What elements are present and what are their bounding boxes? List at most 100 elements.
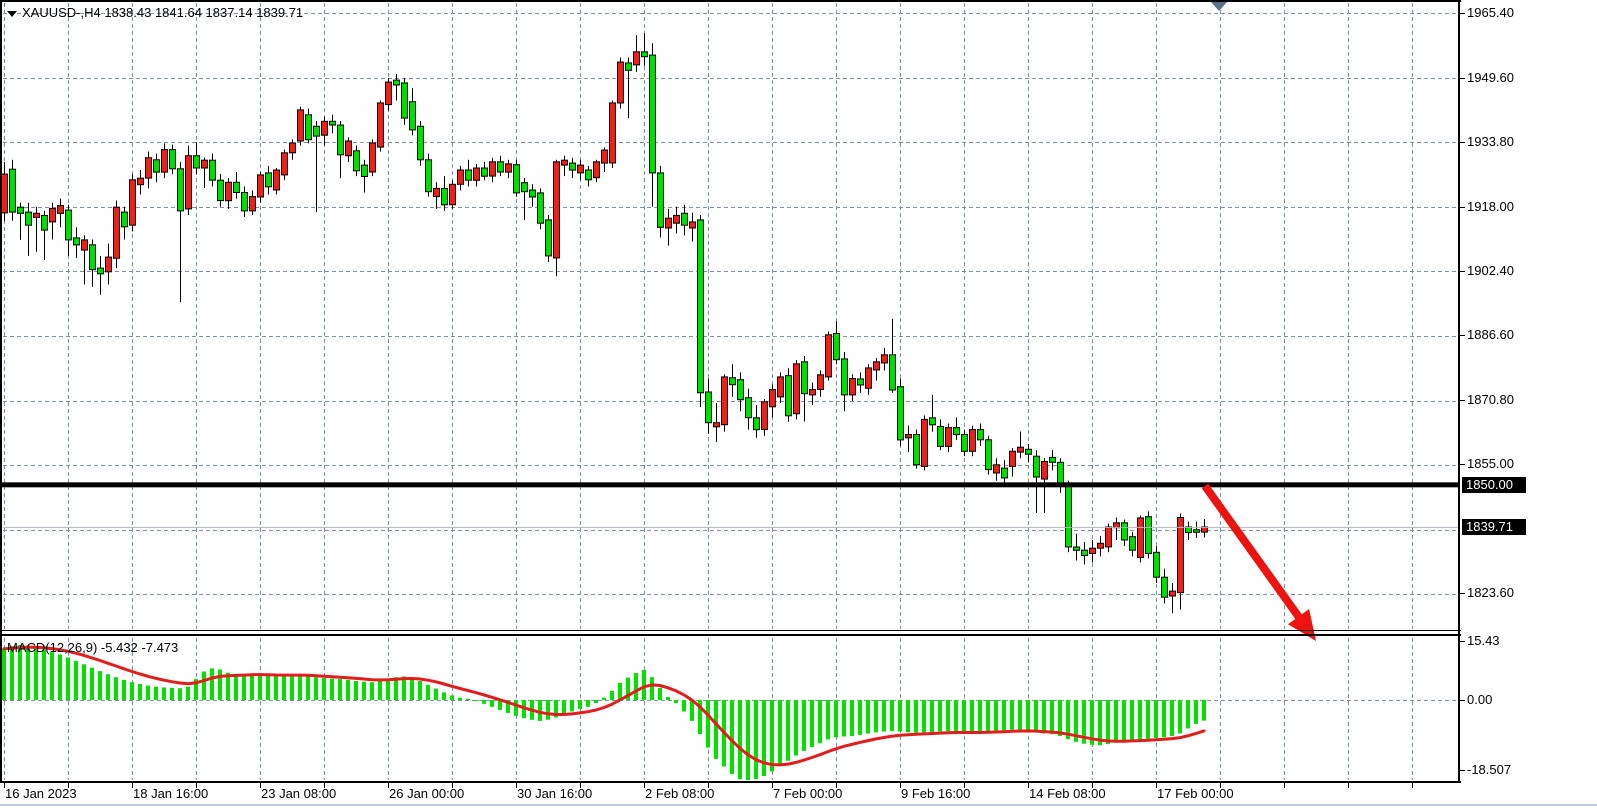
candle-body[interactable] bbox=[74, 238, 80, 245]
candle-body[interactable] bbox=[594, 162, 600, 178]
candle-body[interactable] bbox=[530, 190, 536, 197]
candle-body[interactable] bbox=[18, 207, 24, 213]
candle-body[interactable] bbox=[138, 178, 144, 185]
candle-body[interactable] bbox=[618, 62, 624, 103]
candle-body[interactable] bbox=[394, 80, 400, 85]
candle-body[interactable] bbox=[114, 207, 120, 258]
candle-body[interactable] bbox=[1178, 518, 1184, 593]
candle-body[interactable] bbox=[714, 423, 720, 427]
candle-body[interactable] bbox=[426, 160, 432, 192]
candle-body[interactable] bbox=[378, 103, 384, 147]
candle-body[interactable] bbox=[706, 392, 712, 423]
candle-body[interactable] bbox=[1082, 550, 1088, 555]
candle-body[interactable] bbox=[338, 125, 344, 155]
candle-body[interactable] bbox=[626, 63, 632, 70]
candle-body[interactable] bbox=[730, 378, 736, 385]
candle-body[interactable] bbox=[850, 379, 856, 395]
candle-body[interactable] bbox=[274, 170, 280, 190]
candle-body[interactable] bbox=[418, 126, 424, 160]
candle-body[interactable] bbox=[1146, 517, 1152, 554]
candle-body[interactable] bbox=[210, 160, 216, 180]
candle-body[interactable] bbox=[106, 257, 112, 272]
candle-body[interactable] bbox=[610, 103, 616, 163]
candle-body[interactable] bbox=[482, 168, 488, 176]
candle-body[interactable] bbox=[722, 377, 728, 425]
candle-body[interactable] bbox=[858, 379, 864, 385]
candle-body[interactable] bbox=[986, 440, 992, 470]
candle-body[interactable] bbox=[778, 377, 784, 397]
chart-canvas[interactable] bbox=[0, 0, 1597, 811]
candle-body[interactable] bbox=[930, 418, 936, 425]
candle-body[interactable] bbox=[1138, 518, 1144, 558]
candle-body[interactable] bbox=[370, 143, 376, 172]
candle-body[interactable] bbox=[746, 398, 752, 418]
candle-body[interactable] bbox=[794, 364, 800, 414]
candle-body[interactable] bbox=[890, 355, 896, 390]
candle-body[interactable] bbox=[898, 387, 904, 440]
candle-body[interactable] bbox=[186, 156, 192, 209]
candle-body[interactable] bbox=[586, 170, 592, 180]
panel-separator-bottom[interactable] bbox=[0, 634, 1461, 636]
candle-body[interactable] bbox=[946, 428, 952, 447]
candle-body[interactable] bbox=[810, 390, 816, 395]
candle-body[interactable] bbox=[770, 390, 776, 407]
candle-body[interactable] bbox=[882, 355, 888, 363]
price-axis-line[interactable] bbox=[1458, 0, 1460, 783]
candle-body[interactable] bbox=[1042, 462, 1048, 480]
candle-body[interactable] bbox=[834, 334, 840, 360]
candle-body[interactable] bbox=[170, 150, 176, 169]
candle-body[interactable] bbox=[434, 188, 440, 196]
candle-body[interactable] bbox=[1170, 591, 1176, 596]
candle-body[interactable] bbox=[1026, 449, 1032, 454]
candle-body[interactable] bbox=[1154, 552, 1160, 577]
candle-body[interactable] bbox=[26, 212, 32, 225]
candle-body[interactable] bbox=[386, 82, 392, 105]
candle-body[interactable] bbox=[258, 175, 264, 197]
candle-body[interactable] bbox=[690, 222, 696, 228]
candle-body[interactable] bbox=[90, 245, 96, 270]
candlestick-series[interactable] bbox=[2, 52, 1208, 597]
candle-body[interactable] bbox=[554, 162, 560, 258]
candle-body[interactable] bbox=[474, 168, 480, 180]
candle-body[interactable] bbox=[58, 206, 64, 214]
candle-body[interactable] bbox=[786, 376, 792, 416]
candle-body[interactable] bbox=[242, 193, 248, 211]
candle-body[interactable] bbox=[1090, 548, 1096, 553]
candle-body[interactable] bbox=[1130, 537, 1136, 551]
candle-body[interactable] bbox=[682, 213, 688, 225]
candle-body[interactable] bbox=[874, 362, 880, 370]
horizontal-line-1850[interactable] bbox=[0, 482, 1458, 487]
candle-body[interactable] bbox=[66, 210, 72, 240]
candle-body[interactable] bbox=[410, 102, 416, 130]
candle-body[interactable] bbox=[738, 380, 744, 400]
candle-body[interactable] bbox=[802, 362, 808, 394]
candle-body[interactable] bbox=[402, 83, 408, 118]
candle-body[interactable] bbox=[914, 435, 920, 465]
candle-body[interactable] bbox=[938, 426, 944, 446]
candle-body[interactable] bbox=[194, 156, 200, 168]
candle-body[interactable] bbox=[546, 220, 552, 256]
candle-body[interactable] bbox=[578, 165, 584, 173]
candle-body[interactable] bbox=[538, 193, 544, 223]
candle-body[interactable] bbox=[1010, 451, 1016, 466]
candle-body[interactable] bbox=[650, 55, 656, 173]
candle-body[interactable] bbox=[1162, 577, 1168, 597]
candle-body[interactable] bbox=[634, 52, 640, 65]
candle-body[interactable] bbox=[290, 143, 296, 153]
candle-body[interactable] bbox=[130, 180, 136, 225]
candle-body[interactable] bbox=[162, 150, 168, 173]
candle-body[interactable] bbox=[658, 173, 664, 227]
candle-body[interactable] bbox=[818, 375, 824, 390]
candle-body[interactable] bbox=[866, 368, 872, 388]
candle-body[interactable] bbox=[514, 165, 520, 193]
candle-body[interactable] bbox=[226, 182, 232, 200]
candle-body[interactable] bbox=[442, 188, 448, 204]
candle-body[interactable] bbox=[1122, 523, 1128, 540]
candle-body[interactable] bbox=[666, 218, 672, 228]
candle-body[interactable] bbox=[1002, 468, 1008, 478]
candle-body[interactable] bbox=[82, 240, 88, 250]
candle-body[interactable] bbox=[906, 435, 912, 438]
time-axis-line[interactable] bbox=[0, 781, 1461, 783]
candle-body[interactable] bbox=[98, 268, 104, 274]
candle-body[interactable] bbox=[202, 160, 208, 168]
